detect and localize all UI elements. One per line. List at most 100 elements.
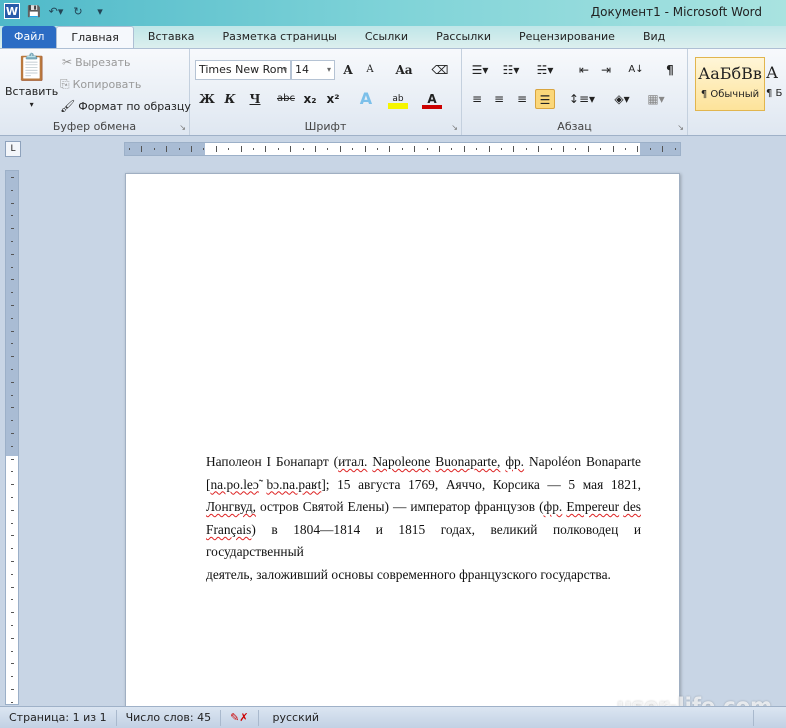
- ruler-tick: [11, 177, 14, 178]
- horizontal-ruler[interactable]: [124, 142, 681, 156]
- line-spacing-icon[interactable]: ↕≡▾: [568, 89, 596, 109]
- style-next[interactable]: А ¶ Б: [766, 57, 786, 111]
- word-count[interactable]: Число слов: 45: [117, 709, 222, 726]
- proofing-error-icon[interactable]: ✎✗: [221, 709, 259, 726]
- dialog-launcher-icon[interactable]: ↘: [677, 123, 684, 132]
- ruler-tick: [191, 146, 192, 152]
- page-count[interactable]: Страница: 1 из 1: [0, 709, 117, 726]
- dialog-launcher-icon[interactable]: ↘: [179, 123, 186, 132]
- tab-page-layout[interactable]: Разметка страницы: [209, 26, 351, 48]
- clipboard-group: 📋 Вставить ▾ ✂ Вырезать ⎘ Копировать 🖌 Форм…: [0, 49, 191, 135]
- font-size-combo[interactable]: 14 ▾: [291, 60, 335, 80]
- tab-selector-icon[interactable]: L: [5, 141, 21, 157]
- shading-icon[interactable]: ◈▾: [608, 89, 636, 109]
- sort-button[interactable]: A↓: [626, 60, 646, 80]
- text-run: Napoléon Bonaparte: [524, 454, 641, 469]
- ruler-tick: [674, 148, 676, 150]
- format-painter-button[interactable]: 🖌 Формат по образцу: [60, 99, 191, 113]
- cut-button[interactable]: ✂ Вырезать: [62, 55, 131, 69]
- ruler-tick: [11, 535, 14, 537]
- font-size-value: 14: [295, 63, 309, 76]
- tab-review[interactable]: Рецензирование: [505, 26, 629, 48]
- tab-references[interactable]: Ссылки: [351, 26, 422, 48]
- ruler-tick: [11, 599, 13, 601]
- show-marks-button[interactable]: ¶: [660, 60, 680, 80]
- ruler-tick: [11, 637, 14, 639]
- format-painter-label: Формат по образцу: [78, 99, 191, 113]
- align-center-icon[interactable]: ≡: [489, 89, 509, 109]
- numbering-icon[interactable]: ☷▾: [498, 60, 524, 80]
- status-bar: Страница: 1 из 1 Число слов: 45 ✎✗ русск…: [0, 706, 786, 728]
- ruler-tick: [389, 146, 391, 152]
- misspelled-word: bɔ.na.paʁt: [266, 476, 322, 492]
- copy-button[interactable]: ⎘ Копировать: [60, 77, 141, 92]
- clear-formatting-icon[interactable]: ⌫: [430, 60, 450, 80]
- tab-view[interactable]: Вид: [629, 26, 679, 48]
- ruler-tick: [11, 330, 14, 332]
- language[interactable]: русский: [259, 709, 754, 726]
- misspelled-word: Napoleone: [372, 454, 431, 469]
- ruler-tick: [352, 148, 354, 150]
- ruler-tick: [649, 148, 651, 150]
- undo-icon[interactable]: ↶▾: [48, 3, 64, 19]
- text-effects-button[interactable]: A: [356, 89, 376, 109]
- redo-icon[interactable]: ↻: [70, 3, 86, 19]
- save-icon[interactable]: 💾: [26, 3, 42, 19]
- ruler-tick: [11, 548, 13, 550]
- justify-icon[interactable]: ☰: [535, 89, 555, 109]
- ruler-tick: [11, 394, 13, 396]
- highlight-button[interactable]: ab: [388, 89, 408, 109]
- style-normal[interactable]: АаБбВв ¶ Обычный: [695, 57, 765, 111]
- underline-button[interactable]: Ч: [245, 89, 265, 109]
- ruler-tick: [476, 148, 478, 150]
- customize-icon[interactable]: ▾: [92, 3, 108, 19]
- paragraph-group: ☰▾ ☷▾ ☵▾ ⇤ ⇥ A↓ ¶ ≡ ≡ ≡ ☰ ↕≡▾ ◈▾ ▦▾ Абза…: [462, 49, 688, 135]
- style-name: ¶ Б: [766, 88, 783, 99]
- grow-font-button[interactable]: A: [338, 60, 358, 80]
- shrink-font-button[interactable]: A: [360, 60, 380, 80]
- ruler-tick: [178, 148, 180, 150]
- ruler-tick: [11, 292, 13, 294]
- tab-home[interactable]: Главная: [56, 26, 134, 48]
- ruler-tick: [11, 561, 14, 562]
- font-name-combo[interactable]: Times New Rom ▾: [195, 60, 291, 80]
- misspelled-word: na.po.leɔ̃: [210, 476, 259, 492]
- increase-indent-icon[interactable]: ⇥: [596, 60, 616, 80]
- decrease-indent-icon[interactable]: ⇤: [574, 60, 594, 80]
- paste-button[interactable]: 📋 Вставить ▾: [5, 53, 58, 109]
- tab-mailings[interactable]: Рассылки: [422, 26, 505, 48]
- ruler-tick: [277, 148, 279, 150]
- superscript-button[interactable]: x²: [323, 89, 343, 109]
- misspelled-word: итал.: [338, 454, 368, 469]
- document-paragraph[interactable]: Наполеон I Бонапарт (итал. Napoleone Buo…: [206, 451, 641, 587]
- multilevel-list-icon[interactable]: ☵▾: [532, 60, 558, 80]
- font-color-button[interactable]: A: [422, 89, 442, 109]
- ruler-tick: [501, 148, 502, 150]
- word-app-icon[interactable]: W: [4, 3, 20, 19]
- tab-file[interactable]: Файл: [2, 26, 57, 48]
- strikethrough-button[interactable]: abc: [276, 89, 296, 109]
- ruler-tick: [11, 317, 13, 319]
- borders-icon[interactable]: ▦▾: [642, 89, 670, 109]
- bold-button[interactable]: Ж: [197, 89, 217, 109]
- misspelled-word: Лонгвуд,: [206, 499, 256, 515]
- align-left-icon[interactable]: ≡: [467, 89, 487, 109]
- dialog-launcher-icon[interactable]: ↘: [451, 123, 458, 132]
- subscript-button[interactable]: x₂: [300, 89, 320, 109]
- ruler-tick: [11, 663, 14, 665]
- tab-insert[interactable]: Вставка: [134, 26, 209, 48]
- italic-button[interactable]: К: [220, 89, 240, 109]
- style-preview: АаБбВв: [698, 64, 762, 83]
- window-title: Документ1 - Microsoft Word: [590, 5, 762, 19]
- vertical-ruler[interactable]: [5, 170, 19, 705]
- misspelled-word: Français: [206, 521, 252, 537]
- ruler-tick: [11, 253, 14, 255]
- document-page[interactable]: Наполеон I Бонапарт (итал. Napoleone Buo…: [125, 173, 680, 713]
- bullets-icon[interactable]: ☰▾: [467, 60, 493, 80]
- change-case-button[interactable]: Aa: [390, 60, 418, 80]
- ruler-tick: [253, 148, 254, 150]
- ruler-tick: [11, 228, 14, 230]
- text-line: Наполеон I Бонапарт (итал. Napoleone Buo…: [206, 451, 641, 474]
- ruler-tick: [600, 148, 602, 150]
- align-right-icon[interactable]: ≡: [512, 89, 532, 109]
